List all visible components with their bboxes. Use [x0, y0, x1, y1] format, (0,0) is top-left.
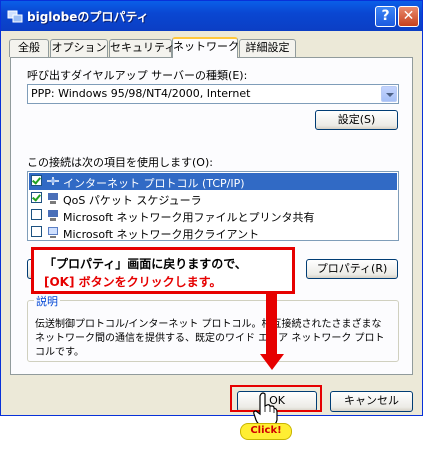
description-line-3: コルです。 — [35, 347, 84, 358]
click-badge: Click! — [240, 423, 292, 440]
arrow-head-icon — [260, 354, 284, 370]
tab-networking[interactable]: ネットワーク — [172, 37, 239, 58]
network-client-icon — [48, 227, 58, 238]
checkbox-file-printer-share[interactable] — [31, 209, 42, 220]
file-printer-share-icon — [48, 210, 58, 221]
dialup-server-label: 呼び出すダイヤルアップ サーバーの種類(E): — [27, 69, 248, 82]
description-group: 説明 伝送制御プロトコル/インターネット プロトコル。相互接続されたさまざまな … — [27, 293, 399, 362]
description-line-1: 伝送制御プロトコル/インターネット プロトコル。相互接続されたさまざまな — [35, 319, 382, 330]
list-item-label: QoS パケット スケジューラ — [63, 194, 202, 207]
list-item-label: インターネット プロトコル (TCP/IP) — [63, 177, 245, 190]
list-item-label: Microsoft ネットワーク用クライアント — [63, 228, 260, 241]
list-item-network-client[interactable]: Microsoft ネットワーク用クライアント — [29, 224, 397, 241]
dialup-server-value: PPP: Windows 95/98/NT4/2000, Internet — [31, 87, 251, 100]
description-title: 説明 — [34, 293, 60, 309]
settings-button[interactable]: 設定(S) — [315, 110, 398, 130]
properties-dialog: biglobeのプロパティ ? ✕ 全般 オプション セキュリティ ネットワーク… — [0, 0, 423, 416]
help-button[interactable]: ? — [375, 6, 396, 27]
instruction-line-2: [OK] ボタンをクリックします。 — [44, 275, 222, 289]
service-icon — [48, 193, 58, 204]
dialup-server-select[interactable]: PPP: Windows 95/98/NT4/2000, Internet — [27, 84, 399, 104]
tab-options[interactable]: オプション — [50, 39, 108, 57]
arrow-down-icon — [266, 294, 277, 356]
networking-panel: 呼び出すダイヤルアップ サーバーの種類(E): PPP: Windows 95/… — [10, 57, 413, 375]
network-connection-icon — [7, 10, 23, 23]
list-item-file-printer-share[interactable]: Microsoft ネットワーク用ファイルとプリンタ共有 — [29, 207, 397, 224]
window-title: biglobeのプロパティ — [27, 10, 149, 24]
instruction-line-1: 「プロパティ」画面に戻りますので、 — [44, 257, 247, 271]
properties-button[interactable]: プロパティ(R) — [306, 259, 398, 279]
chevron-down-icon[interactable] — [381, 86, 397, 102]
description-line-2: ネットワーク間の通信を提供する、既定のワイド エリア ネットワーク プロト — [35, 333, 385, 344]
title-bar[interactable]: biglobeのプロパティ ? ✕ — [1, 1, 422, 31]
tab-advanced[interactable]: 詳細設定 — [239, 39, 296, 57]
tab-general[interactable]: 全般 — [9, 39, 49, 57]
checkbox-network-client[interactable] — [31, 226, 42, 237]
components-label: この接続は次の項目を使用します(O): — [27, 156, 213, 169]
close-button[interactable]: ✕ — [398, 6, 419, 27]
checkbox-tcpip[interactable] — [31, 175, 42, 186]
cancel-button[interactable]: キャンセル — [330, 391, 413, 412]
components-list[interactable]: インターネット プロトコル (TCP/IP) QoS パケット スケジューラ M… — [27, 171, 399, 241]
list-item-label: Microsoft ネットワーク用ファイルとプリンタ共有 — [63, 211, 315, 224]
checkbox-qos[interactable] — [31, 192, 42, 203]
list-item-tcpip[interactable]: インターネット プロトコル (TCP/IP) — [29, 173, 397, 190]
network-protocol-icon — [47, 177, 59, 185]
tab-security[interactable]: セキュリティ — [109, 39, 175, 57]
list-item-qos[interactable]: QoS パケット スケジューラ — [29, 190, 397, 207]
instruction-callout: 「プロパティ」画面に戻りますので、 [OK] ボタンをクリックします。 — [31, 247, 295, 294]
